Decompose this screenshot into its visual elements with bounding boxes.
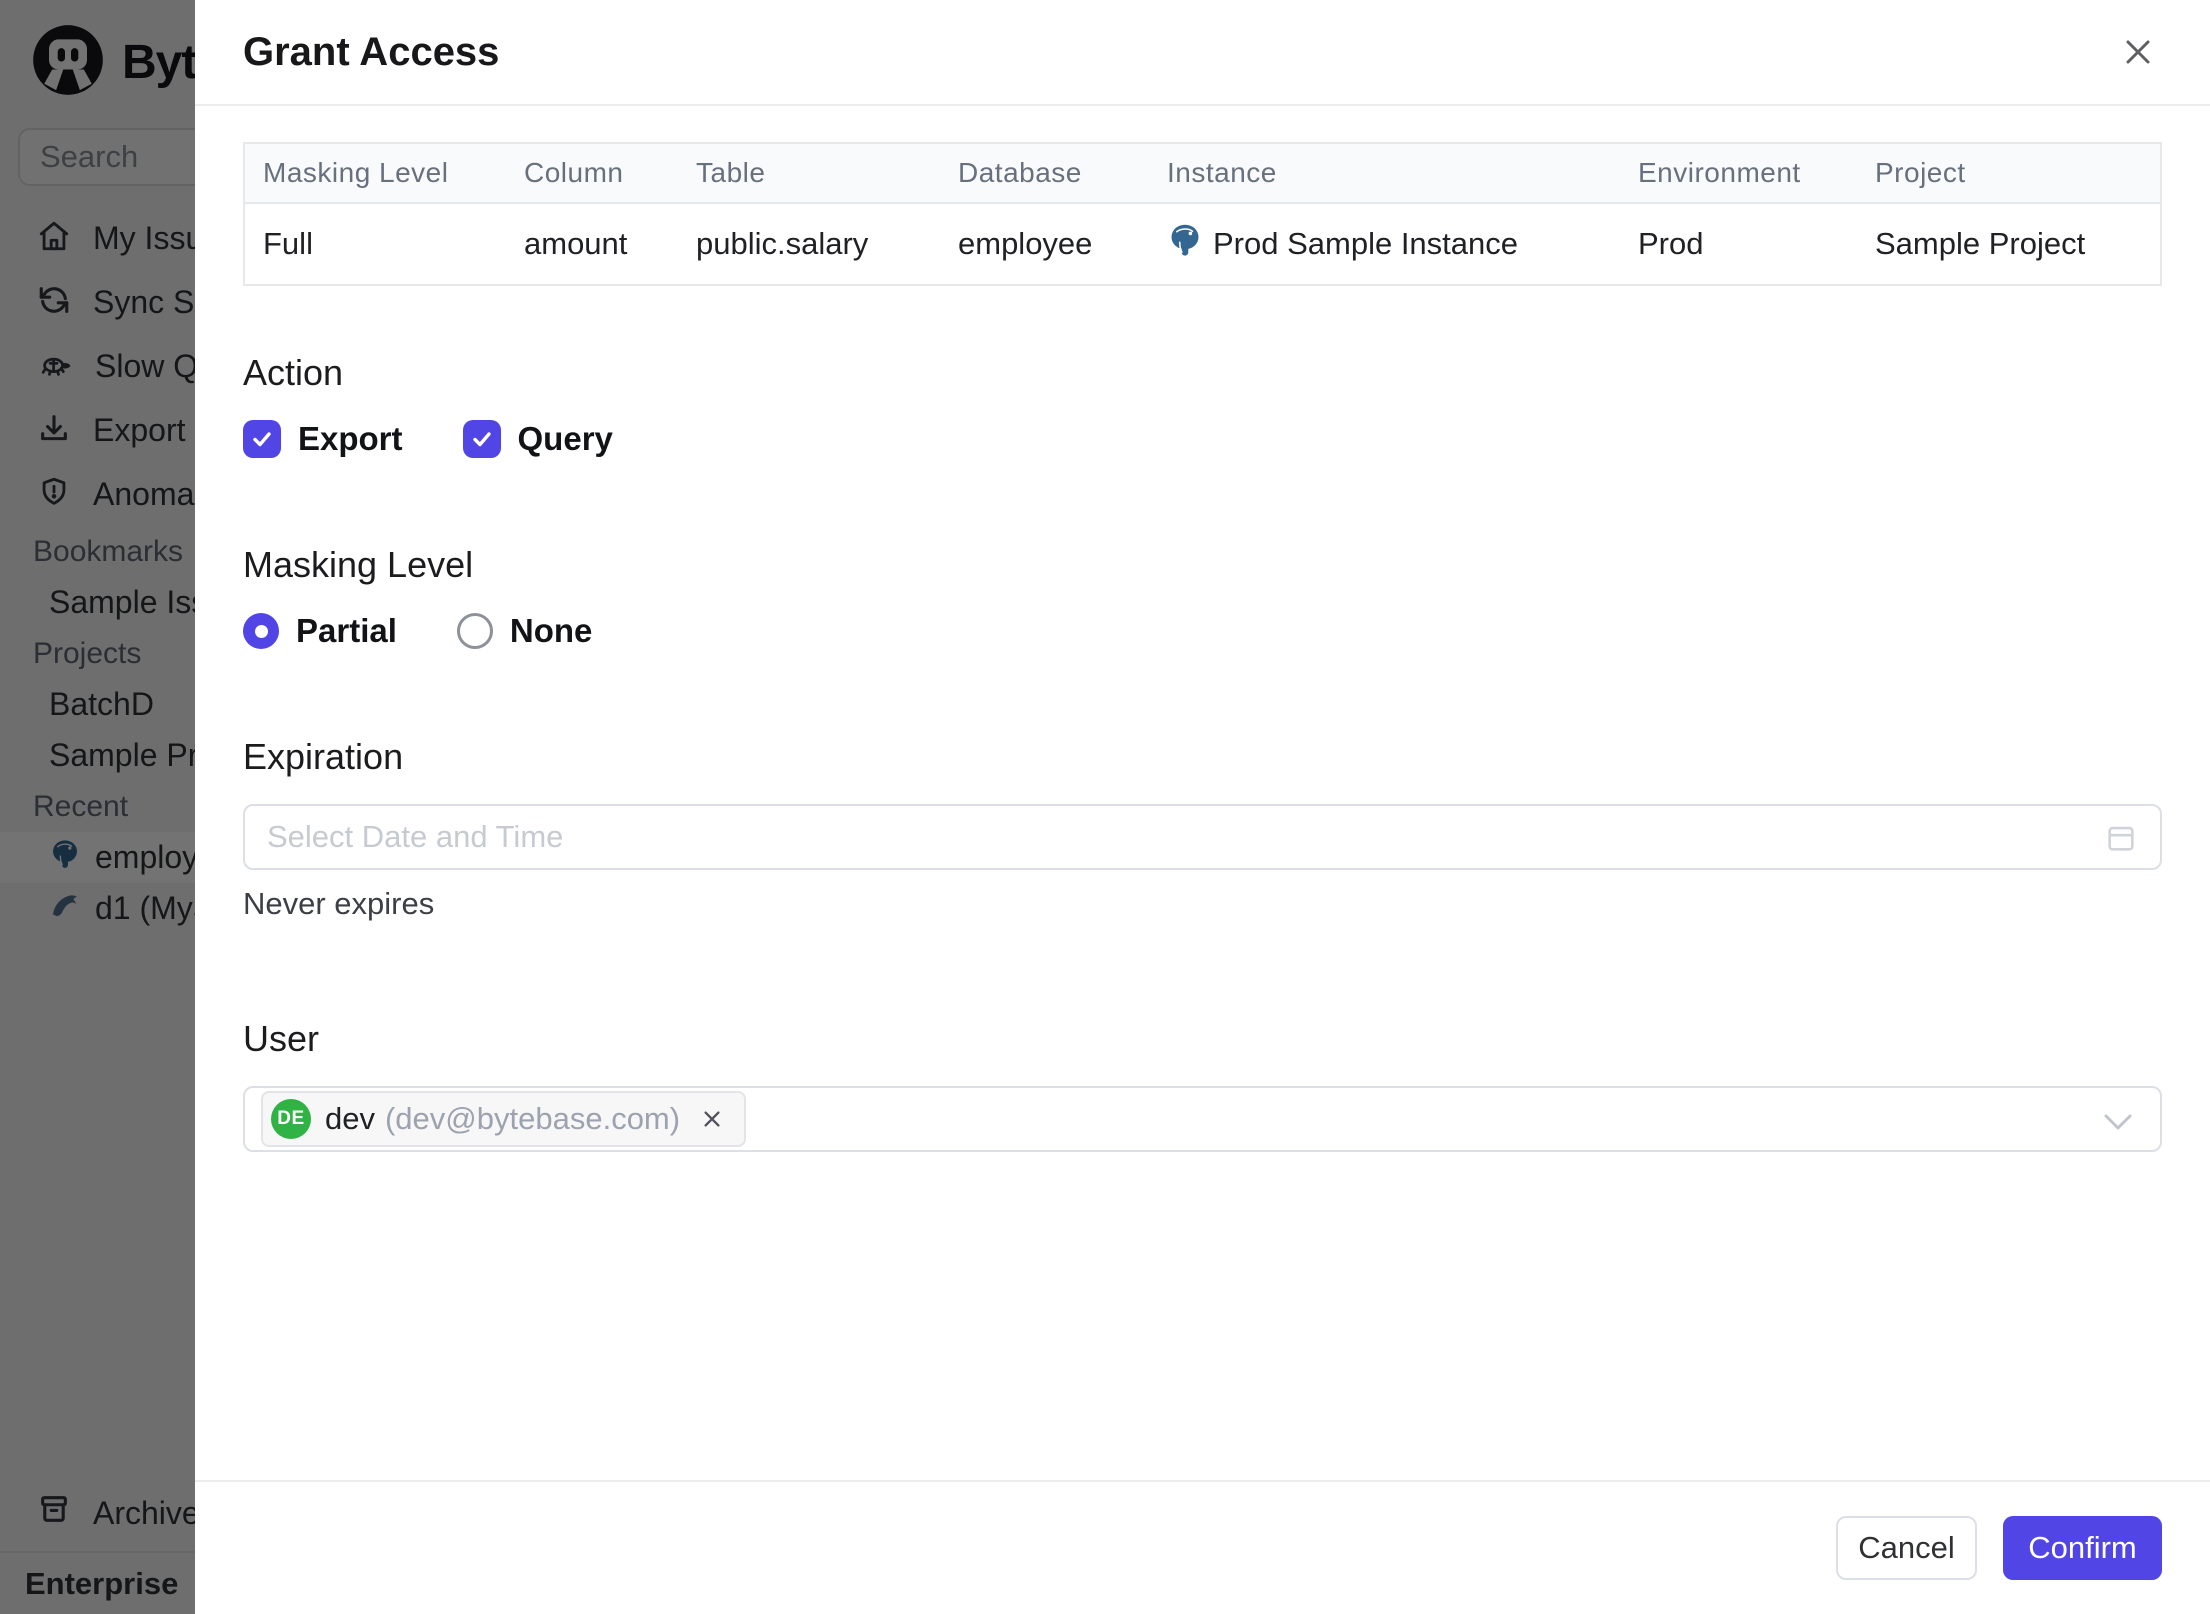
- col-header-instance: Instance: [1149, 143, 1620, 203]
- masking-level-options: Partial None: [243, 612, 2162, 650]
- cell-database: employee: [940, 202, 1149, 285]
- col-header-project: Project: [1857, 143, 2161, 203]
- user-select[interactable]: DE dev (dev@bytebase.com): [243, 1086, 2162, 1152]
- checkbox-checked-icon: [462, 420, 501, 458]
- modal-header: Grant Access: [195, 0, 2210, 106]
- instance-name: Prod Sample Instance: [1213, 226, 1519, 261]
- cell-masking-level: Full: [244, 202, 506, 285]
- none-radio[interactable]: None: [456, 612, 593, 650]
- masking-summary-table: Masking Level Column Table Database Inst…: [243, 142, 2162, 286]
- export-checkbox[interactable]: Export: [243, 420, 403, 458]
- cell-project: Sample Project: [1857, 202, 2161, 285]
- modal-footer: Cancel Confirm: [195, 1480, 2210, 1614]
- masking-level-heading: Masking Level: [243, 544, 474, 585]
- cancel-button[interactable]: Cancel: [1836, 1516, 1977, 1580]
- expiration-date-input[interactable]: [243, 804, 2162, 870]
- col-header-table: Table: [678, 143, 940, 203]
- expiration-field: [243, 804, 2162, 870]
- radio-label: Partial: [296, 612, 397, 649]
- expiration-heading: Expiration: [243, 736, 404, 777]
- radio-label: None: [509, 612, 593, 649]
- action-options: Export Query: [243, 420, 2162, 458]
- never-expires-hint: Never expires: [243, 886, 435, 921]
- col-header-masking-level: Masking Level: [244, 143, 506, 203]
- cell-column: amount: [506, 202, 678, 285]
- user-email: (dev@bytebase.com): [384, 1101, 681, 1136]
- remove-user-icon[interactable]: [698, 1105, 726, 1133]
- user-heading: User: [243, 1018, 320, 1059]
- modal-body: Masking Level Column Table Database Inst…: [195, 142, 2210, 1152]
- col-header-environment: Environment: [1620, 143, 1857, 203]
- avatar: DE: [271, 1099, 311, 1139]
- user-name: dev: [325, 1101, 375, 1136]
- table-row: Full amount public.salary employee Prod …: [244, 202, 2161, 285]
- confirm-button[interactable]: Confirm: [2003, 1516, 2162, 1580]
- checkbox-checked-icon: [243, 420, 281, 458]
- action-heading: Action: [243, 352, 344, 393]
- user-tag: DE dev (dev@bytebase.com): [261, 1091, 747, 1147]
- cell-instance: Prod Sample Instance: [1149, 202, 1620, 285]
- calendar-icon: [2104, 821, 2138, 860]
- checkbox-label: Query: [517, 420, 613, 457]
- partial-radio[interactable]: Partial: [243, 612, 397, 650]
- radio-selected-icon: [243, 613, 279, 649]
- close-icon[interactable]: [2114, 28, 2162, 76]
- grant-access-modal: Grant Access Masking Level Column Table …: [195, 0, 2210, 1614]
- checkbox-label: Export: [298, 420, 403, 457]
- col-header-column: Column: [506, 143, 678, 203]
- modal-title: Grant Access: [243, 29, 500, 74]
- postgresql-icon: [1167, 222, 1203, 266]
- table-header-row: Masking Level Column Table Database Inst…: [244, 143, 2161, 203]
- col-header-database: Database: [940, 143, 1149, 203]
- radio-unselected-icon: [456, 613, 493, 649]
- cell-environment: Prod: [1620, 202, 1857, 285]
- cell-table: public.salary: [678, 202, 940, 285]
- chevron-down-icon: [2100, 1110, 2136, 1139]
- query-checkbox[interactable]: Query: [462, 420, 613, 458]
